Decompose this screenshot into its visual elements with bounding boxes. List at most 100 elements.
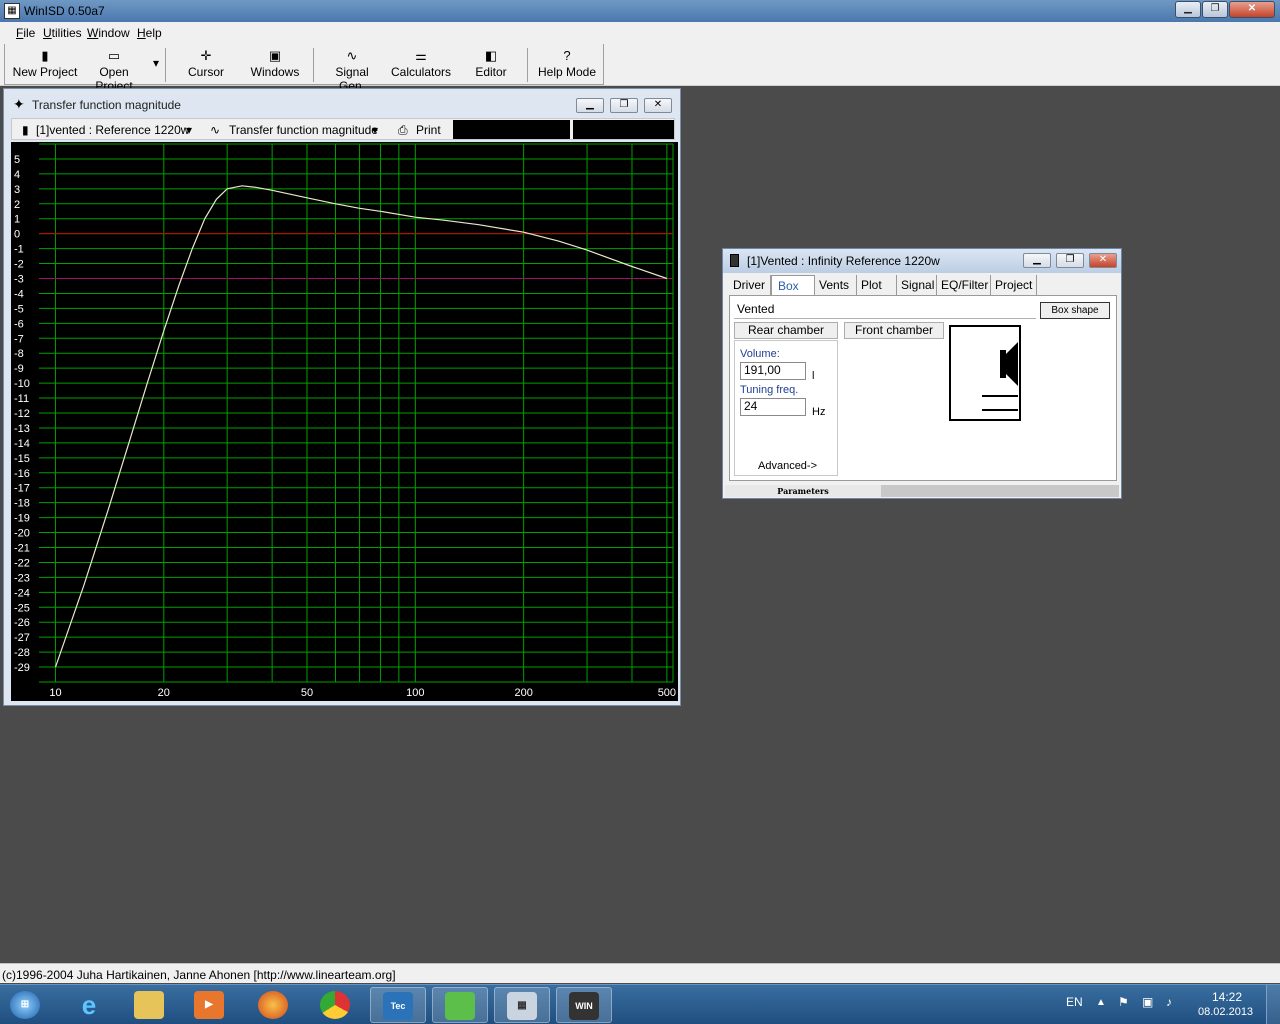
clock-date[interactable]: 08.02.2013 (1198, 1006, 1253, 1018)
rear-chamber-tab[interactable]: Rear chamber (734, 322, 838, 339)
windows-button[interactable]: ▣ Windows (247, 47, 303, 83)
cursor-readout-x (453, 120, 570, 139)
tab-project[interactable]: Project (991, 275, 1037, 295)
action-center-icon[interactable]: ⚑ (1118, 995, 1129, 1009)
open-project-dropdown[interactable]: ▾ (150, 56, 162, 92)
cursor-button[interactable]: ✛ Cursor (180, 47, 232, 83)
taskbar-tecdoc[interactable]: Tec (370, 987, 426, 1023)
project-dropdown-icon[interactable]: ▾ (186, 123, 192, 137)
tab-eq-filter[interactable]: EQ/Filter (937, 275, 991, 295)
y-tick-label: -13 (14, 423, 30, 435)
y-tick-label: -1 (14, 244, 24, 256)
y-tick-label: -19 (14, 513, 30, 525)
taskbar-winisd[interactable]: WIN (556, 987, 612, 1023)
box-minimize-button[interactable]: ▁ (1023, 253, 1051, 268)
volume-label: Volume: (740, 348, 780, 360)
editor-button[interactable]: ◧ Editor (470, 47, 512, 83)
windows-start-icon: ⊞ (10, 991, 40, 1019)
y-tick-label: -9 (14, 363, 24, 375)
y-tick-label: -16 (14, 468, 30, 480)
graph-select[interactable]: Transfer function magnitude (229, 123, 378, 137)
y-tick-label: -24 (14, 587, 30, 599)
taskbar-chrome[interactable] (308, 987, 364, 1023)
y-tick-label: -18 (14, 498, 30, 510)
y-tick-label: -21 (14, 543, 30, 555)
cursor-icon: ✛ (200, 48, 212, 63)
folder-icon (134, 991, 164, 1019)
calculators-button[interactable]: ⚌ Calculators (390, 47, 452, 83)
network-icon[interactable]: ▣ (1142, 995, 1153, 1009)
graph-window: ✦ Transfer function magnitude ▁ ❐ ✕ ▮ [1… (3, 88, 681, 706)
graph-close-button[interactable]: ✕ (644, 98, 672, 113)
new-project-button[interactable]: ▮ New Project (12, 47, 78, 83)
toolbar: ▮ New Project ▭ Open Project ▾ ✛ Cursor … (0, 44, 1280, 93)
internet-explorer-icon: e (81, 990, 97, 1020)
graph-maximize-button[interactable]: ❐ (610, 98, 638, 113)
x-tick-label: 200 (514, 687, 532, 699)
tab-vents[interactable]: Vents (815, 275, 857, 295)
y-tick-label: -22 (14, 557, 30, 569)
x-tick-label: 20 (158, 687, 170, 699)
start-button[interactable]: ⊞ (2, 987, 50, 1023)
minimize-button[interactable]: ▁ (1175, 1, 1201, 18)
y-tick-label: -5 (14, 303, 24, 315)
taskbar-calculator[interactable]: ▦ (494, 987, 550, 1023)
app-icon: ▦ (4, 3, 20, 19)
y-tick-label: -17 (14, 483, 30, 495)
y-tick-label: -28 (14, 647, 30, 659)
new-project-icon: ▮ (41, 48, 49, 63)
advanced-button[interactable]: Advanced-> (758, 460, 817, 472)
parameters-tab[interactable]: Parameters (725, 485, 881, 497)
close-button[interactable]: ✕ (1229, 1, 1275, 18)
help-mode-button[interactable]: ? Help Mode (535, 47, 599, 83)
language-indicator[interactable]: EN (1066, 995, 1083, 1009)
y-tick-label: -25 (14, 602, 30, 614)
y-tick-label: -8 (14, 348, 24, 360)
show-hidden-icons[interactable]: ▲ (1096, 997, 1106, 1008)
tab-box[interactable]: Box (771, 275, 815, 295)
taskbar: ⊞ e ▶ Tec ▦ WIN EN ▲ ⚑ ▣ ♪ 14:22 08.02.2… (0, 984, 1280, 1024)
front-chamber-tab[interactable]: Front chamber (844, 322, 944, 339)
taskbar-firefox[interactable] (246, 987, 302, 1023)
taskbar-gadget[interactable] (432, 987, 488, 1023)
tab-plot[interactable]: Plot (857, 275, 897, 295)
status-bar: (c)1996-2004 Juha Hartikainen, Janne Aho… (0, 963, 1280, 983)
taskbar-internet-explorer[interactable]: e (62, 987, 118, 1023)
y-tick-label: -15 (14, 453, 30, 465)
menu-utilities[interactable]: Utilities (43, 26, 82, 40)
menu-file[interactable]: File (16, 26, 35, 40)
tecdoc-icon: Tec (383, 992, 413, 1020)
box-maximize-button[interactable]: ❐ (1056, 253, 1084, 268)
transfer-function-curve (54, 185, 668, 668)
y-tick-label: 0 (14, 229, 20, 241)
taskbar-media-player[interactable]: ▶ (182, 987, 238, 1023)
graph-minimize-button[interactable]: ▁ (576, 98, 604, 113)
maximize-button[interactable]: ❐ (1202, 1, 1228, 18)
volume-input[interactable]: 191,00 (740, 362, 806, 380)
box-type-field[interactable]: Vented (734, 302, 1036, 319)
taskbar-explorer[interactable] (122, 987, 178, 1023)
graph-dropdown-icon[interactable]: ▾ (372, 123, 378, 137)
box-close-button[interactable]: ✕ (1089, 253, 1117, 268)
volume-icon[interactable]: ♪ (1166, 995, 1172, 1009)
tab-signal[interactable]: Signal (897, 275, 937, 295)
media-player-icon: ▶ (194, 991, 224, 1019)
tab-driver[interactable]: Driver (727, 275, 771, 295)
open-project-button[interactable]: ▭ Open Project (80, 47, 148, 93)
y-tick-label: 5 (14, 154, 20, 166)
plot-area[interactable]: 5 4 3 2 1 0 -1 -2 -3 -4 -5 -6 -7 -8 -9 -10 -11 -12 -13 -14-… (11, 142, 678, 701)
print-icon: ⎙ (398, 123, 408, 137)
box-panel: Vented Box shape Rear chamber Front cham… (729, 295, 1117, 481)
clock-time[interactable]: 14:22 (1201, 990, 1253, 1004)
x-tick-label: 50 (301, 687, 313, 699)
tuning-input[interactable]: 24 (740, 398, 806, 416)
signal-gen-button[interactable]: ∿ Signal Gen. (322, 47, 382, 93)
project-select[interactable]: [1]vented : Reference 1220w (36, 123, 189, 137)
print-button[interactable]: Print (416, 123, 441, 137)
box-shape-button[interactable]: Box shape (1040, 302, 1110, 319)
menu-help[interactable]: Help (137, 26, 162, 40)
help-mode-icon: ? (563, 48, 571, 63)
y-tick-label: 1 (14, 214, 20, 226)
menu-window[interactable]: Window (87, 26, 130, 40)
show-desktop-button[interactable] (1266, 985, 1280, 1024)
